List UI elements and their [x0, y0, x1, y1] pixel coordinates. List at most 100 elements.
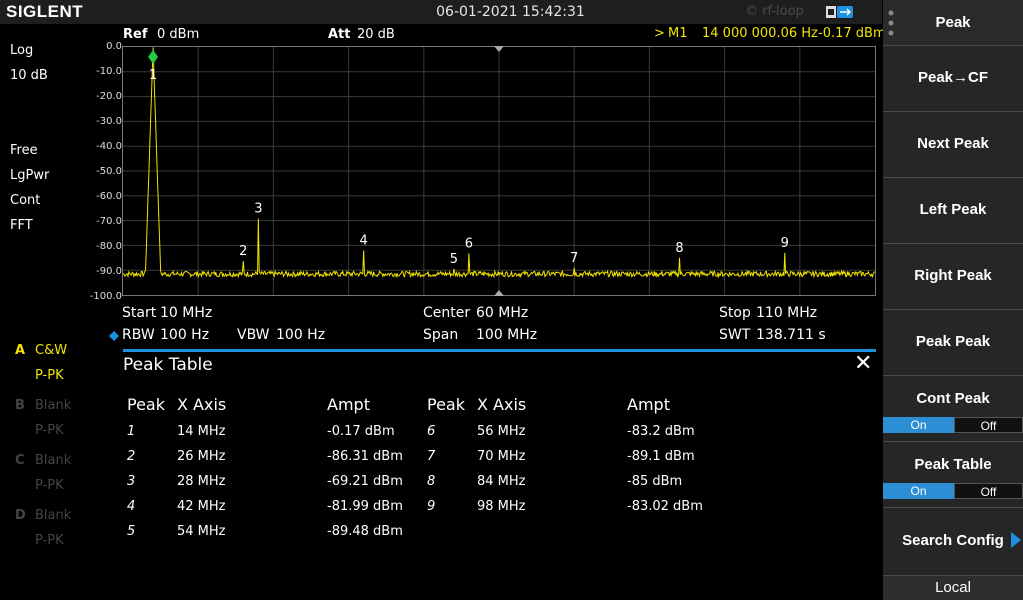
peak-table-cell-peak: 8 [427, 474, 436, 489]
left-peak-button[interactable]: Left Peak [883, 178, 1023, 244]
peak-label: 3 [254, 202, 262, 217]
vbw-value[interactable]: 100 Hz [276, 327, 325, 343]
arrow-right-icon [1011, 532, 1021, 548]
peak-table-button[interactable]: Peak Table On Off [883, 442, 1023, 508]
peak-table-cell-xaxis: 26 MHz [177, 449, 226, 464]
peak-table-header-peak: Peak [127, 395, 165, 414]
peak-table-cell-ampt: -0.17 dBm [327, 424, 395, 439]
cont-peak-off[interactable]: Off [954, 417, 1023, 433]
stop-label: Stop [719, 305, 751, 321]
peak-table-off[interactable]: Off [954, 483, 1023, 499]
cont-peak-button[interactable]: Cont Peak On Off [883, 376, 1023, 442]
trace-b-mode[interactable]: Blank [35, 398, 71, 413]
peak-peak-button[interactable]: Peak Peak [883, 310, 1023, 376]
peak-table-cell-peak: 6 [427, 424, 436, 439]
peak-table-header-xaxis: X Axis [177, 395, 227, 414]
trace-a-mode[interactable]: C&W [35, 343, 67, 358]
trace-d-letter[interactable]: D [15, 508, 26, 523]
right-peak-label: Right Peak [914, 267, 992, 284]
datetime-text: 06-01-2021 15:42:31 [436, 4, 585, 20]
trace-b-letter[interactable]: B [15, 398, 25, 413]
y-axis-label: -80.0 [96, 241, 122, 252]
peak-label: 5 [450, 252, 458, 267]
center-bottom-indicator-icon [494, 290, 504, 296]
peak-table-cell-xaxis: 98 MHz [477, 499, 526, 514]
marker-name: M1 [668, 26, 688, 41]
peak-table-cell-xaxis: 54 MHz [177, 524, 226, 539]
y-axis-label: -90.0 [96, 266, 122, 277]
peak-table-cell-peak: 3 [127, 474, 136, 489]
peak-label: 9 [781, 236, 789, 251]
cont-peak-on[interactable]: On [883, 417, 954, 433]
next-peak-label: Next Peak [917, 135, 989, 152]
peak-table-cell-peak: 4 [127, 499, 136, 514]
center-value[interactable]: 60 MHz [476, 305, 528, 321]
peak-table-cell-ampt: -81.99 dBm [327, 499, 403, 514]
scale-type: Log [10, 43, 34, 58]
peak-table-cell-xaxis: 14 MHz [177, 424, 226, 439]
rbw-label: RBW [122, 327, 155, 343]
peak-table-cell-peak: 1 [127, 424, 136, 439]
trace-c-mode[interactable]: Blank [35, 453, 71, 468]
trace-c-detector[interactable]: P-PK [35, 478, 64, 493]
y-axis-label: -50.0 [96, 166, 122, 177]
y-axis-label: -10.0 [96, 66, 122, 77]
rbw-value[interactable]: 100 Hz [160, 327, 209, 343]
peak-table-header-xaxis-2: X Axis [477, 395, 527, 414]
spectrum-graph[interactable]: 1 2 3 4 56 7 8 9 [122, 46, 876, 296]
peak-label: 1 [149, 68, 157, 83]
att-label: Att [328, 27, 351, 42]
peak-label: 8 [675, 241, 683, 256]
cont-peak-label: Cont Peak [916, 390, 990, 407]
usb-icon [826, 6, 853, 18]
peak-table-cell-ampt: -85 dBm [627, 474, 683, 489]
peak-table-cell-peak: 2 [127, 449, 136, 464]
next-peak-button[interactable]: Next Peak [883, 112, 1023, 178]
peak-label: 2 [239, 244, 247, 259]
span-value[interactable]: 100 MHz [476, 327, 537, 343]
peak-table-on[interactable]: On [883, 483, 954, 499]
trace-c-letter[interactable]: C [15, 453, 25, 468]
peak-table-cell-ampt: -69.21 dBm [327, 474, 403, 489]
swt-label: SWT [719, 327, 751, 343]
peak-table-cell-ampt: -83.02 dBm [627, 499, 703, 514]
search-config-button[interactable]: Search Config [883, 508, 1023, 576]
ref-value[interactable]: 0 dBm [157, 27, 199, 42]
peak-table-cell-ampt: -89.48 dBm [327, 524, 403, 539]
att-value[interactable]: 20 dB [357, 27, 395, 42]
softkey-title: Peak [883, 0, 1023, 46]
peak-to-cf-button[interactable]: Peak→CF [883, 46, 1023, 112]
peak-peak-label: Peak Peak [915, 333, 991, 350]
peak-table-toggle[interactable]: On Off [883, 483, 1023, 499]
marker-amplitude: -0.17 dBm [818, 26, 886, 41]
local-button[interactable]: Local [883, 576, 1023, 600]
peak-table-cell-peak: 5 [127, 524, 136, 539]
close-icon[interactable]: ✕ [854, 351, 872, 376]
peak-to-cf-label: Peak→CF [917, 69, 989, 86]
start-label: Start [122, 305, 157, 321]
peak-table-cell-xaxis: 84 MHz [477, 474, 526, 489]
trace-d-detector[interactable]: P-PK [35, 533, 64, 548]
trace-d-mode[interactable]: Blank [35, 508, 71, 523]
span-label: Span [423, 327, 459, 343]
cont-peak-toggle[interactable]: On Off [883, 417, 1023, 433]
vbw-label: VBW [237, 327, 270, 343]
center-top-indicator-icon [494, 46, 504, 52]
swt-value[interactable]: 138.711 s [756, 327, 826, 343]
peak-table-divider [123, 349, 876, 352]
start-value[interactable]: 10 MHz [160, 305, 212, 321]
peak-table-header-peak-2: Peak [427, 395, 465, 414]
rbw-diamond-icon [109, 331, 119, 341]
right-peak-button[interactable]: Right Peak [883, 244, 1023, 310]
y-axis-label: 0.0 [106, 41, 122, 52]
graph-grid [123, 47, 875, 295]
y-axis-label: -20.0 [96, 91, 122, 102]
stop-value[interactable]: 110 MHz [756, 305, 817, 321]
trace-a-letter[interactable]: A [15, 343, 25, 358]
trace-b-detector[interactable]: P-PK [35, 423, 64, 438]
trace-a-detector[interactable]: P-PK [35, 368, 64, 383]
peak-table-cell-ampt: -86.31 dBm [327, 449, 403, 464]
peak-label: 7 [570, 251, 578, 266]
softkey-title-label: Peak [935, 14, 971, 31]
marker-prefix: > [654, 26, 665, 41]
